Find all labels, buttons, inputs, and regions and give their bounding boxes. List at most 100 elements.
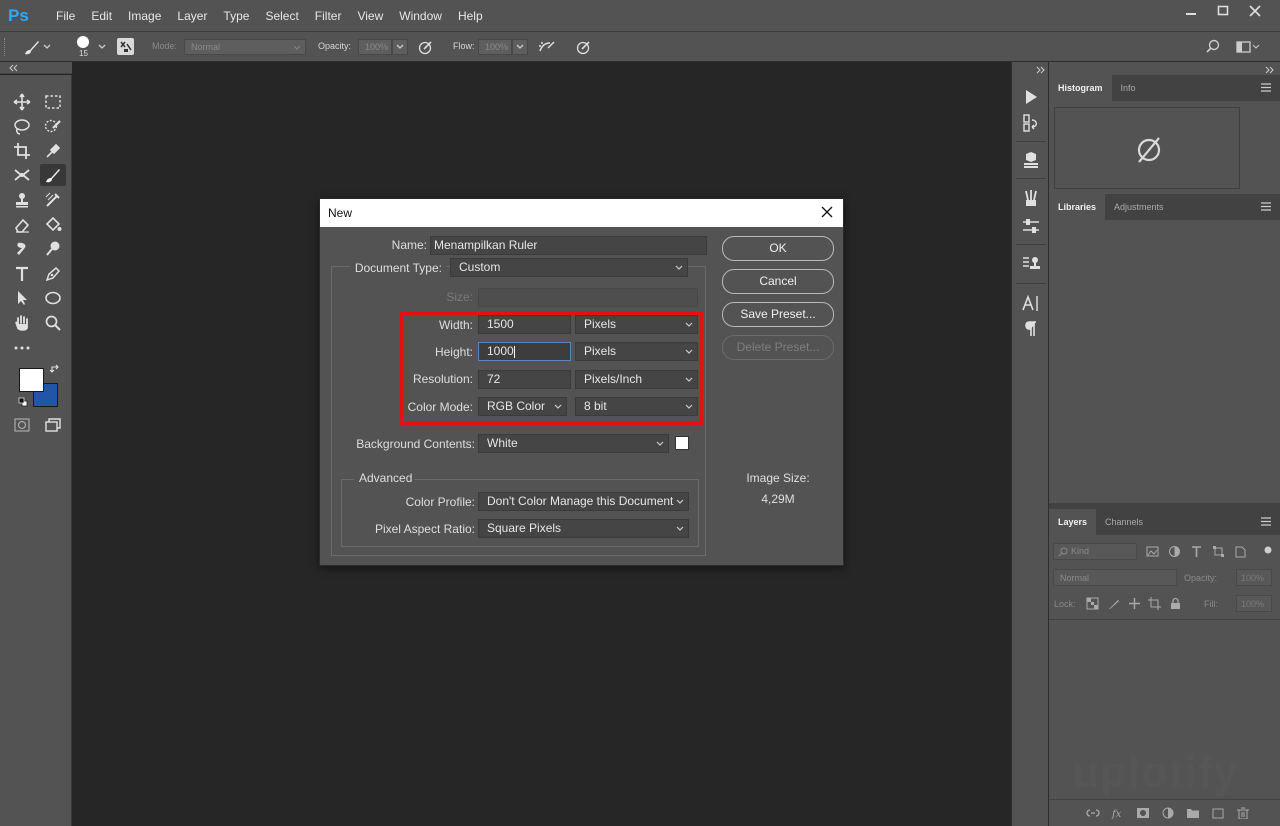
cancel-button[interactable]: Cancel: [722, 269, 834, 294]
layer-opacity-input[interactable]: 100%: [1236, 569, 1272, 586]
name-input[interactable]: Menampilkan Ruler: [430, 236, 707, 255]
hand-tool[interactable]: [9, 312, 35, 334]
fill-input[interactable]: 100%: [1236, 595, 1272, 612]
paragraph-panel-button[interactable]: [1020, 318, 1042, 340]
tab-layers[interactable]: Layers: [1049, 509, 1097, 535]
blend-mode-select[interactable]: Normal: [1053, 569, 1177, 586]
lock-image-icon[interactable]: [1107, 597, 1120, 610]
background-color-swatch[interactable]: [675, 436, 689, 450]
new-group-icon[interactable]: [1186, 807, 1200, 819]
pen-tool[interactable]: [40, 263, 66, 285]
brush-settings-panel-button[interactable]: [1020, 215, 1042, 237]
airbrush-toggle[interactable]: [538, 39, 556, 55]
pixel-layer-filter-icon[interactable]: [1146, 545, 1159, 558]
clone-source-panel-button[interactable]: [1020, 253, 1042, 275]
crop-tool[interactable]: [9, 140, 35, 162]
new-layer-icon[interactable]: [1211, 807, 1225, 819]
menu-view[interactable]: View: [349, 0, 391, 32]
shape-filter-icon[interactable]: [1212, 545, 1225, 558]
quick-mask-button[interactable]: [9, 414, 35, 436]
clone-stamp-tool[interactable]: [9, 189, 35, 211]
new-adjustment-layer-icon[interactable]: [1161, 807, 1175, 819]
brush-tool[interactable]: [40, 164, 66, 186]
pressure-opacity-toggle[interactable]: [418, 39, 434, 55]
menu-image[interactable]: Image: [120, 0, 169, 32]
flow-dropdown[interactable]: [512, 39, 528, 55]
dodge-tool[interactable]: [40, 238, 66, 260]
brush-preset-picker[interactable]: 15: [70, 34, 112, 60]
menu-layer[interactable]: Layer: [169, 0, 215, 32]
menu-window[interactable]: Window: [391, 0, 450, 32]
collapse-arrows-icon[interactable]: [1265, 66, 1275, 74]
screen-mode-button[interactable]: [40, 414, 66, 436]
menu-file[interactable]: File: [48, 0, 83, 32]
document-type-select[interactable]: Custom: [450, 258, 688, 277]
tab-histogram[interactable]: Histogram: [1049, 75, 1112, 101]
move-tool[interactable]: [9, 91, 35, 113]
lasso-tool[interactable]: [9, 116, 35, 138]
close-window-button[interactable]: [1244, 1, 1266, 21]
tab-libraries[interactable]: Libraries: [1049, 194, 1106, 220]
save-preset-button[interactable]: Save Preset...: [722, 302, 834, 327]
tool-preset-picker[interactable]: [22, 38, 58, 56]
quick-selection-tool[interactable]: [40, 116, 66, 138]
zoom-tool[interactable]: [40, 312, 66, 334]
default-colors-button[interactable]: [18, 397, 28, 407]
foreground-color-swatch[interactable]: [19, 368, 44, 392]
history-brush-tool[interactable]: [40, 189, 66, 211]
mode-select[interactable]: Normal: [184, 39, 306, 55]
history-panel-button[interactable]: [1020, 112, 1042, 134]
maximize-button[interactable]: [1212, 1, 1234, 21]
opacity-dropdown[interactable]: [392, 39, 408, 55]
workspace-switcher[interactable]: [1236, 39, 1262, 55]
tab-channels[interactable]: Channels: [1096, 509, 1152, 535]
lock-position-icon[interactable]: [1128, 597, 1141, 610]
add-mask-icon[interactable]: [1136, 807, 1150, 819]
brushes-panel-button[interactable]: [1020, 188, 1042, 210]
ellipse-tool[interactable]: [40, 287, 66, 309]
paint-bucket-tool[interactable]: [40, 214, 66, 236]
character-panel-button[interactable]: [1020, 293, 1042, 315]
collapse-arrows-icon[interactable]: [8, 64, 18, 72]
dialog-close-button[interactable]: [819, 204, 835, 220]
tab-adjustments[interactable]: Adjustments: [1105, 194, 1173, 220]
menu-help[interactable]: Help: [450, 0, 491, 32]
expand-arrows-icon[interactable]: [1036, 66, 1046, 74]
swap-colors-button[interactable]: [49, 364, 60, 374]
panel-menu-icon[interactable]: [1261, 517, 1271, 526]
panel-menu-icon[interactable]: [1261, 83, 1271, 92]
type-filter-icon[interactable]: [1190, 545, 1203, 558]
menu-select[interactable]: Select: [257, 0, 306, 32]
eyedropper-tool[interactable]: [40, 140, 66, 162]
pressure-size-toggle[interactable]: [576, 39, 592, 55]
actions-panel-button[interactable]: [1020, 86, 1042, 108]
flow-input[interactable]: 100%: [478, 39, 512, 55]
layer-filter-kind[interactable]: Kind: [1053, 543, 1137, 560]
minimize-button[interactable]: [1180, 1, 1202, 21]
menu-type[interactable]: Type: [215, 0, 257, 32]
eraser-tool[interactable]: [9, 214, 35, 236]
filter-toggle-icon[interactable]: [1264, 546, 1272, 554]
smart-object-filter-icon[interactable]: [1234, 545, 1247, 558]
3d-panel-button[interactable]: [1020, 149, 1042, 171]
layer-effects-icon[interactable]: fx: [1111, 807, 1125, 819]
lock-transparent-icon[interactable]: [1086, 597, 1099, 610]
menu-edit[interactable]: Edit: [83, 0, 120, 32]
path-selection-tool[interactable]: [9, 287, 35, 309]
color-profile-select[interactable]: Don't Color Manage this Document: [478, 492, 689, 511]
blur-tool[interactable]: [9, 238, 35, 260]
edit-toolbar-button[interactable]: [9, 337, 35, 359]
menu-filter[interactable]: Filter: [307, 0, 350, 32]
delete-layer-icon[interactable]: [1236, 807, 1250, 819]
panel-menu-icon[interactable]: [1261, 202, 1271, 211]
pixel-aspect-ratio-select[interactable]: Square Pixels: [478, 519, 689, 538]
search-button[interactable]: [1205, 39, 1221, 55]
marquee-tool[interactable]: [40, 91, 66, 113]
link-layers-icon[interactable]: [1086, 807, 1100, 819]
healing-brush-tool[interactable]: [9, 164, 35, 186]
opacity-input[interactable]: 100%: [358, 39, 392, 55]
type-tool[interactable]: [9, 263, 35, 285]
dialog-titlebar[interactable]: New: [320, 199, 843, 227]
brush-panel-toggle[interactable]: [117, 38, 134, 55]
tab-info[interactable]: Info: [1112, 75, 1145, 101]
